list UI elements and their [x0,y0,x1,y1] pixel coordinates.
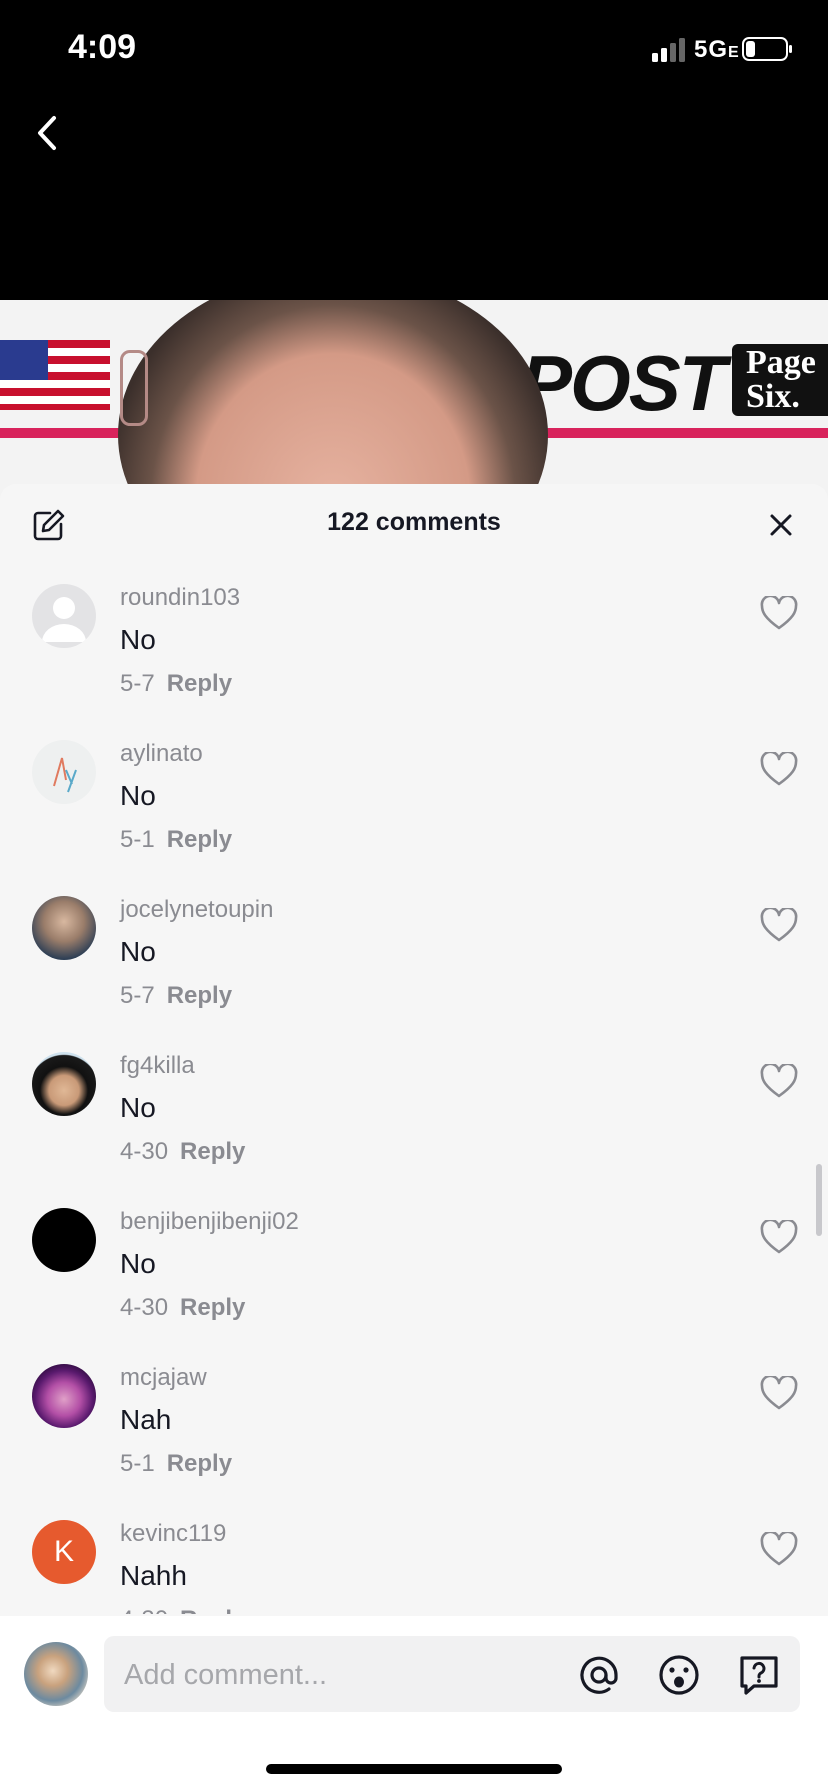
reply-button[interactable]: Reply [167,670,232,697]
reply-button[interactable]: Reply [167,826,232,853]
comment-meta: 5-1 Reply [120,826,232,854]
heart-icon[interactable] [760,1220,798,1256]
comment-date: 5-1 [120,826,155,853]
comments-count-title: 122 comments [327,508,501,536]
heart-icon[interactable] [760,1376,798,1412]
heart-icon[interactable] [760,1064,798,1100]
heart-icon[interactable] [760,596,798,632]
comment-meta: 4-30 Reply [120,1294,245,1322]
video-preview: POST Page Six. [0,300,828,500]
comment-meta: 5-7 Reply [120,982,232,1010]
comments-sheet: 122 comments roundin103 No 5-7 Reply ayl… [0,484,828,1792]
comment-date: 4-30 [120,1606,168,1614]
network-label: 5GE [694,36,740,63]
mention-icon[interactable] [578,1654,620,1696]
avatar[interactable] [32,1208,96,1272]
default-avatar-icon [42,597,86,642]
status-bar: 4:09 5GE [0,0,828,100]
avatar[interactable] [32,740,96,804]
comment-date: 5-7 [120,670,155,697]
comment-date: 5-1 [120,1450,155,1477]
comment-username[interactable]: roundin103 [120,584,240,612]
avatar[interactable] [32,584,96,648]
question-icon[interactable] [738,1654,780,1696]
signature-avatar-icon [53,757,77,793]
heart-icon[interactable] [760,752,798,788]
comment-date: 4-30 [120,1294,169,1321]
status-time: 4:09 [68,28,137,66]
list-item: jocelynetoupin No 5-7 Reply [0,896,828,1052]
list-item: roundin103 No 5-7 Reply [0,584,828,740]
battery-icon [742,37,792,61]
comment-text: No [120,1248,156,1279]
reply-button[interactable]: Reply [167,982,232,1009]
comment-text: No [120,624,156,655]
comment-meta: 4-30 Reply [120,1606,245,1614]
pagesix-logo: Page Six. [732,344,828,416]
comment-date: 4-30 [120,1138,169,1165]
comment-username[interactable]: fg4killa [120,1052,195,1080]
comment-username[interactable]: jocelynetoupin [120,896,273,924]
comment-text: No [120,780,156,811]
comments-list[interactable]: roundin103 No 5-7 Reply aylinato No 5-1 Re… [0,564,828,1614]
comment-text: No [120,1092,156,1123]
reply-button[interactable]: Reply [180,1138,245,1165]
reply-button[interactable]: Reply [167,1450,232,1477]
heart-icon[interactable] [760,908,798,944]
list-item: benjibenjibenji02 No 4-30 Reply [0,1208,828,1364]
sheet-header: 122 comments [0,484,828,564]
comment-meta: 5-1 Reply [120,1450,232,1478]
masthead-text: POST [520,339,726,427]
list-item: aylinato No 5-1 Reply [0,740,828,896]
comment-username[interactable]: kevinc119 [120,1520,226,1548]
reply-button[interactable]: Reply [180,1294,245,1321]
scrollbar-thumb[interactable] [816,1164,822,1236]
reply-button[interactable]: Reply [180,1606,245,1614]
comment-text: No [120,936,156,967]
close-icon[interactable] [764,508,798,542]
my-avatar [24,1642,88,1706]
emoji-icon[interactable] [658,1654,700,1696]
comment-username[interactable]: mcjajaw [120,1364,207,1392]
comment-meta: 5-7 Reply [120,670,232,698]
hairclip [120,350,148,426]
list-item: fg4killa No 4-30 Reply [0,1052,828,1208]
comment-username[interactable]: benjibenjibenji02 [120,1208,299,1236]
signal-icon [652,38,685,62]
list-item: K kevinc119 Nahh 4-30 Reply [0,1520,828,1614]
heart-icon[interactable] [760,1532,798,1568]
avatar[interactable] [32,896,96,960]
home-indicator [266,1764,562,1774]
back-button[interactable] [28,108,68,158]
comment-text: Nah [120,1404,172,1435]
comment-meta: 4-30 Reply [120,1138,245,1166]
comment-box [104,1636,800,1714]
comment-text: Nahh [120,1560,187,1591]
avatar[interactable] [32,1052,96,1116]
comment-username[interactable]: aylinato [120,740,203,768]
flag-icon [0,340,110,410]
avatar[interactable] [32,1364,96,1428]
list-item: mcjajaw Nah 5-1 Reply [0,1364,828,1520]
avatar[interactable]: K [32,1520,96,1584]
person-head [118,300,548,500]
comment-date: 5-7 [120,982,155,1009]
comment-input[interactable] [122,1636,566,1714]
